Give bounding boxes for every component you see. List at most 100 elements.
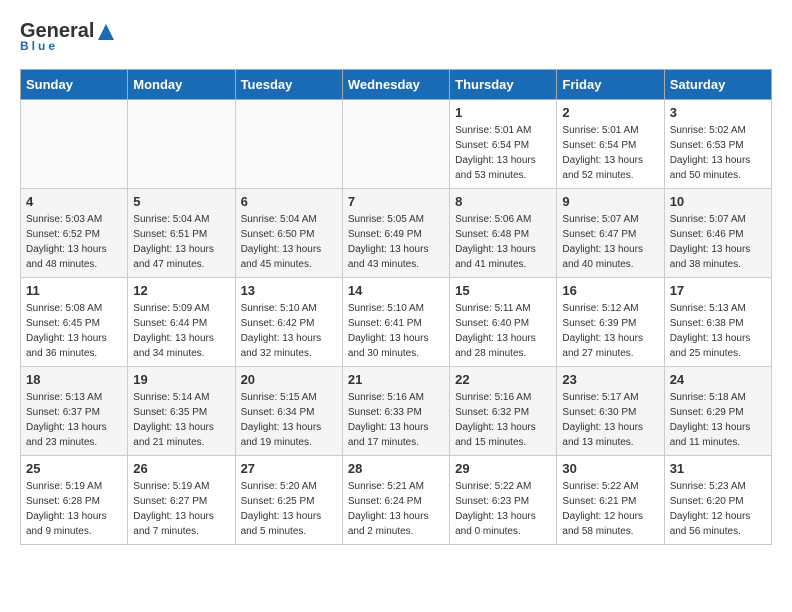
calendar-cell bbox=[342, 100, 449, 189]
day-info: Sunrise: 5:16 AM Sunset: 6:33 PM Dayligh… bbox=[348, 390, 444, 450]
day-number: 25 bbox=[26, 461, 122, 476]
calendar-cell: 14 Sunrise: 5:10 AM Sunset: 6:41 PM Dayli… bbox=[342, 278, 449, 367]
day-info: Sunrise: 5:04 AM Sunset: 6:51 PM Dayligh… bbox=[133, 212, 229, 272]
calendar-cell: 30 Sunrise: 5:22 AM Sunset: 6:21 PM Dayli… bbox=[557, 456, 664, 545]
day-info: Sunrise: 5:22 AM Sunset: 6:21 PM Dayligh… bbox=[562, 479, 658, 539]
day-number: 9 bbox=[562, 194, 658, 209]
day-number: 3 bbox=[670, 105, 766, 120]
calendar-week-row: 25 Sunrise: 5:19 AM Sunset: 6:28 PM Dayli… bbox=[21, 456, 772, 545]
day-number: 21 bbox=[348, 372, 444, 387]
day-number: 7 bbox=[348, 194, 444, 209]
weekday-header: Tuesday bbox=[235, 70, 342, 100]
day-info: Sunrise: 5:02 AM Sunset: 6:53 PM Dayligh… bbox=[670, 123, 766, 183]
day-info: Sunrise: 5:11 AM Sunset: 6:40 PM Dayligh… bbox=[455, 301, 551, 361]
day-info: Sunrise: 5:10 AM Sunset: 6:41 PM Dayligh… bbox=[348, 301, 444, 361]
calendar-cell: 25 Sunrise: 5:19 AM Sunset: 6:28 PM Dayli… bbox=[21, 456, 128, 545]
day-info: Sunrise: 5:03 AM Sunset: 6:52 PM Dayligh… bbox=[26, 212, 122, 272]
calendar-week-row: 4 Sunrise: 5:03 AM Sunset: 6:52 PM Daylig… bbox=[21, 189, 772, 278]
calendar-cell: 19 Sunrise: 5:14 AM Sunset: 6:35 PM Dayli… bbox=[128, 367, 235, 456]
day-number: 14 bbox=[348, 283, 444, 298]
calendar-cell: 16Sunrise: 5:12 AM Sunset: 6:39 PM Dayli… bbox=[557, 278, 664, 367]
day-info: Sunrise: 5:04 AM Sunset: 6:50 PM Dayligh… bbox=[241, 212, 337, 272]
day-info: Sunrise: 5:08 AM Sunset: 6:45 PM Dayligh… bbox=[26, 301, 122, 361]
calendar-cell: 31 Sunrise: 5:23 AM Sunset: 6:20 PM Dayli… bbox=[664, 456, 771, 545]
day-info: Sunrise: 5:19 AM Sunset: 6:28 PM Dayligh… bbox=[26, 479, 122, 539]
calendar-week-row: 11Sunrise: 5:08 AM Sunset: 6:45 PM Dayli… bbox=[21, 278, 772, 367]
day-number: 4 bbox=[26, 194, 122, 209]
calendar-cell: 4 Sunrise: 5:03 AM Sunset: 6:52 PM Daylig… bbox=[21, 189, 128, 278]
calendar-cell: 2 Sunrise: 5:01 AM Sunset: 6:54 PM Daylig… bbox=[557, 100, 664, 189]
weekday-header: Wednesday bbox=[342, 70, 449, 100]
day-number: 16 bbox=[562, 283, 658, 298]
calendar-table: SundayMondayTuesdayWednesdayThursdayFrid… bbox=[20, 69, 772, 545]
day-number: 12 bbox=[133, 283, 229, 298]
calendar-cell: 27 Sunrise: 5:20 AM Sunset: 6:25 PM Dayli… bbox=[235, 456, 342, 545]
day-info: Sunrise: 5:20 AM Sunset: 6:25 PM Dayligh… bbox=[241, 479, 337, 539]
calendar-cell: 7 Sunrise: 5:05 AM Sunset: 6:49 PM Daylig… bbox=[342, 189, 449, 278]
day-number: 22 bbox=[455, 372, 551, 387]
calendar-cell: 18 Sunrise: 5:13 AM Sunset: 6:37 PM Dayli… bbox=[21, 367, 128, 456]
calendar-cell: 5 Sunrise: 5:04 AM Sunset: 6:51 PM Daylig… bbox=[128, 189, 235, 278]
page-header: General Blue bbox=[20, 20, 772, 53]
day-info: Sunrise: 5:23 AM Sunset: 6:20 PM Dayligh… bbox=[670, 479, 766, 539]
day-info: Sunrise: 5:19 AM Sunset: 6:27 PM Dayligh… bbox=[133, 479, 229, 539]
day-number: 15 bbox=[455, 283, 551, 298]
calendar-cell: 12 Sunrise: 5:09 AM Sunset: 6:44 PM Dayli… bbox=[128, 278, 235, 367]
day-number: 28 bbox=[348, 461, 444, 476]
day-info: Sunrise: 5:15 AM Sunset: 6:34 PM Dayligh… bbox=[241, 390, 337, 450]
calendar-cell: 24 Sunrise: 5:18 AM Sunset: 6:29 PM Dayli… bbox=[664, 367, 771, 456]
day-number: 10 bbox=[670, 194, 766, 209]
day-info: Sunrise: 5:13 AM Sunset: 6:38 PM Dayligh… bbox=[670, 301, 766, 361]
day-info: Sunrise: 5:09 AM Sunset: 6:44 PM Dayligh… bbox=[133, 301, 229, 361]
calendar-cell: 8Sunrise: 5:06 AM Sunset: 6:48 PM Daylig… bbox=[450, 189, 557, 278]
calendar-week-row: 18 Sunrise: 5:13 AM Sunset: 6:37 PM Dayli… bbox=[21, 367, 772, 456]
day-info: Sunrise: 5:17 AM Sunset: 6:30 PM Dayligh… bbox=[562, 390, 658, 450]
calendar-cell: 13 Sunrise: 5:10 AM Sunset: 6:42 PM Dayli… bbox=[235, 278, 342, 367]
calendar-cell bbox=[128, 100, 235, 189]
calendar-cell: 17Sunrise: 5:13 AM Sunset: 6:38 PM Dayli… bbox=[664, 278, 771, 367]
weekday-header: Saturday bbox=[664, 70, 771, 100]
day-info: Sunrise: 5:07 AM Sunset: 6:46 PM Dayligh… bbox=[670, 212, 766, 272]
calendar-cell: 29Sunrise: 5:22 AM Sunset: 6:23 PM Dayli… bbox=[450, 456, 557, 545]
day-number: 27 bbox=[241, 461, 337, 476]
day-number: 13 bbox=[241, 283, 337, 298]
day-info: Sunrise: 5:01 AM Sunset: 6:54 PM Dayligh… bbox=[455, 123, 551, 183]
calendar-cell: 3 Sunrise: 5:02 AM Sunset: 6:53 PM Daylig… bbox=[664, 100, 771, 189]
day-number: 19 bbox=[133, 372, 229, 387]
day-info: Sunrise: 5:01 AM Sunset: 6:54 PM Dayligh… bbox=[562, 123, 658, 183]
calendar-cell: 22 Sunrise: 5:16 AM Sunset: 6:32 PM Dayli… bbox=[450, 367, 557, 456]
day-number: 18 bbox=[26, 372, 122, 387]
day-number: 5 bbox=[133, 194, 229, 209]
calendar-cell: 20 Sunrise: 5:15 AM Sunset: 6:34 PM Dayli… bbox=[235, 367, 342, 456]
day-info: Sunrise: 5:21 AM Sunset: 6:24 PM Dayligh… bbox=[348, 479, 444, 539]
day-number: 26 bbox=[133, 461, 229, 476]
day-number: 24 bbox=[670, 372, 766, 387]
day-info: Sunrise: 5:16 AM Sunset: 6:32 PM Dayligh… bbox=[455, 390, 551, 450]
day-number: 2 bbox=[562, 105, 658, 120]
day-number: 31 bbox=[670, 461, 766, 476]
logo-triangle-icon bbox=[96, 22, 116, 42]
day-number: 8 bbox=[455, 194, 551, 209]
calendar-cell: 23Sunrise: 5:17 AM Sunset: 6:30 PM Dayli… bbox=[557, 367, 664, 456]
logo-blue-label: Blue bbox=[20, 39, 58, 53]
calendar-cell bbox=[21, 100, 128, 189]
day-info: Sunrise: 5:07 AM Sunset: 6:47 PM Dayligh… bbox=[562, 212, 658, 272]
weekday-header: Monday bbox=[128, 70, 235, 100]
weekday-header: Sunday bbox=[21, 70, 128, 100]
weekday-header-row: SundayMondayTuesdayWednesdayThursdayFrid… bbox=[21, 70, 772, 100]
day-number: 30 bbox=[562, 461, 658, 476]
day-info: Sunrise: 5:18 AM Sunset: 6:29 PM Dayligh… bbox=[670, 390, 766, 450]
day-number: 29 bbox=[455, 461, 551, 476]
day-info: Sunrise: 5:14 AM Sunset: 6:35 PM Dayligh… bbox=[133, 390, 229, 450]
calendar-cell: 15 Sunrise: 5:11 AM Sunset: 6:40 PM Dayli… bbox=[450, 278, 557, 367]
day-number: 6 bbox=[241, 194, 337, 209]
logo: General Blue bbox=[20, 20, 118, 53]
day-info: Sunrise: 5:13 AM Sunset: 6:37 PM Dayligh… bbox=[26, 390, 122, 450]
calendar-cell: 26 Sunrise: 5:19 AM Sunset: 6:27 PM Dayli… bbox=[128, 456, 235, 545]
day-info: Sunrise: 5:05 AM Sunset: 6:49 PM Dayligh… bbox=[348, 212, 444, 272]
calendar-cell: 1Sunrise: 5:01 AM Sunset: 6:54 PM Daylig… bbox=[450, 100, 557, 189]
day-number: 20 bbox=[241, 372, 337, 387]
calendar-cell: 11Sunrise: 5:08 AM Sunset: 6:45 PM Dayli… bbox=[21, 278, 128, 367]
day-info: Sunrise: 5:10 AM Sunset: 6:42 PM Dayligh… bbox=[241, 301, 337, 361]
calendar-cell: 21 Sunrise: 5:16 AM Sunset: 6:33 PM Dayli… bbox=[342, 367, 449, 456]
